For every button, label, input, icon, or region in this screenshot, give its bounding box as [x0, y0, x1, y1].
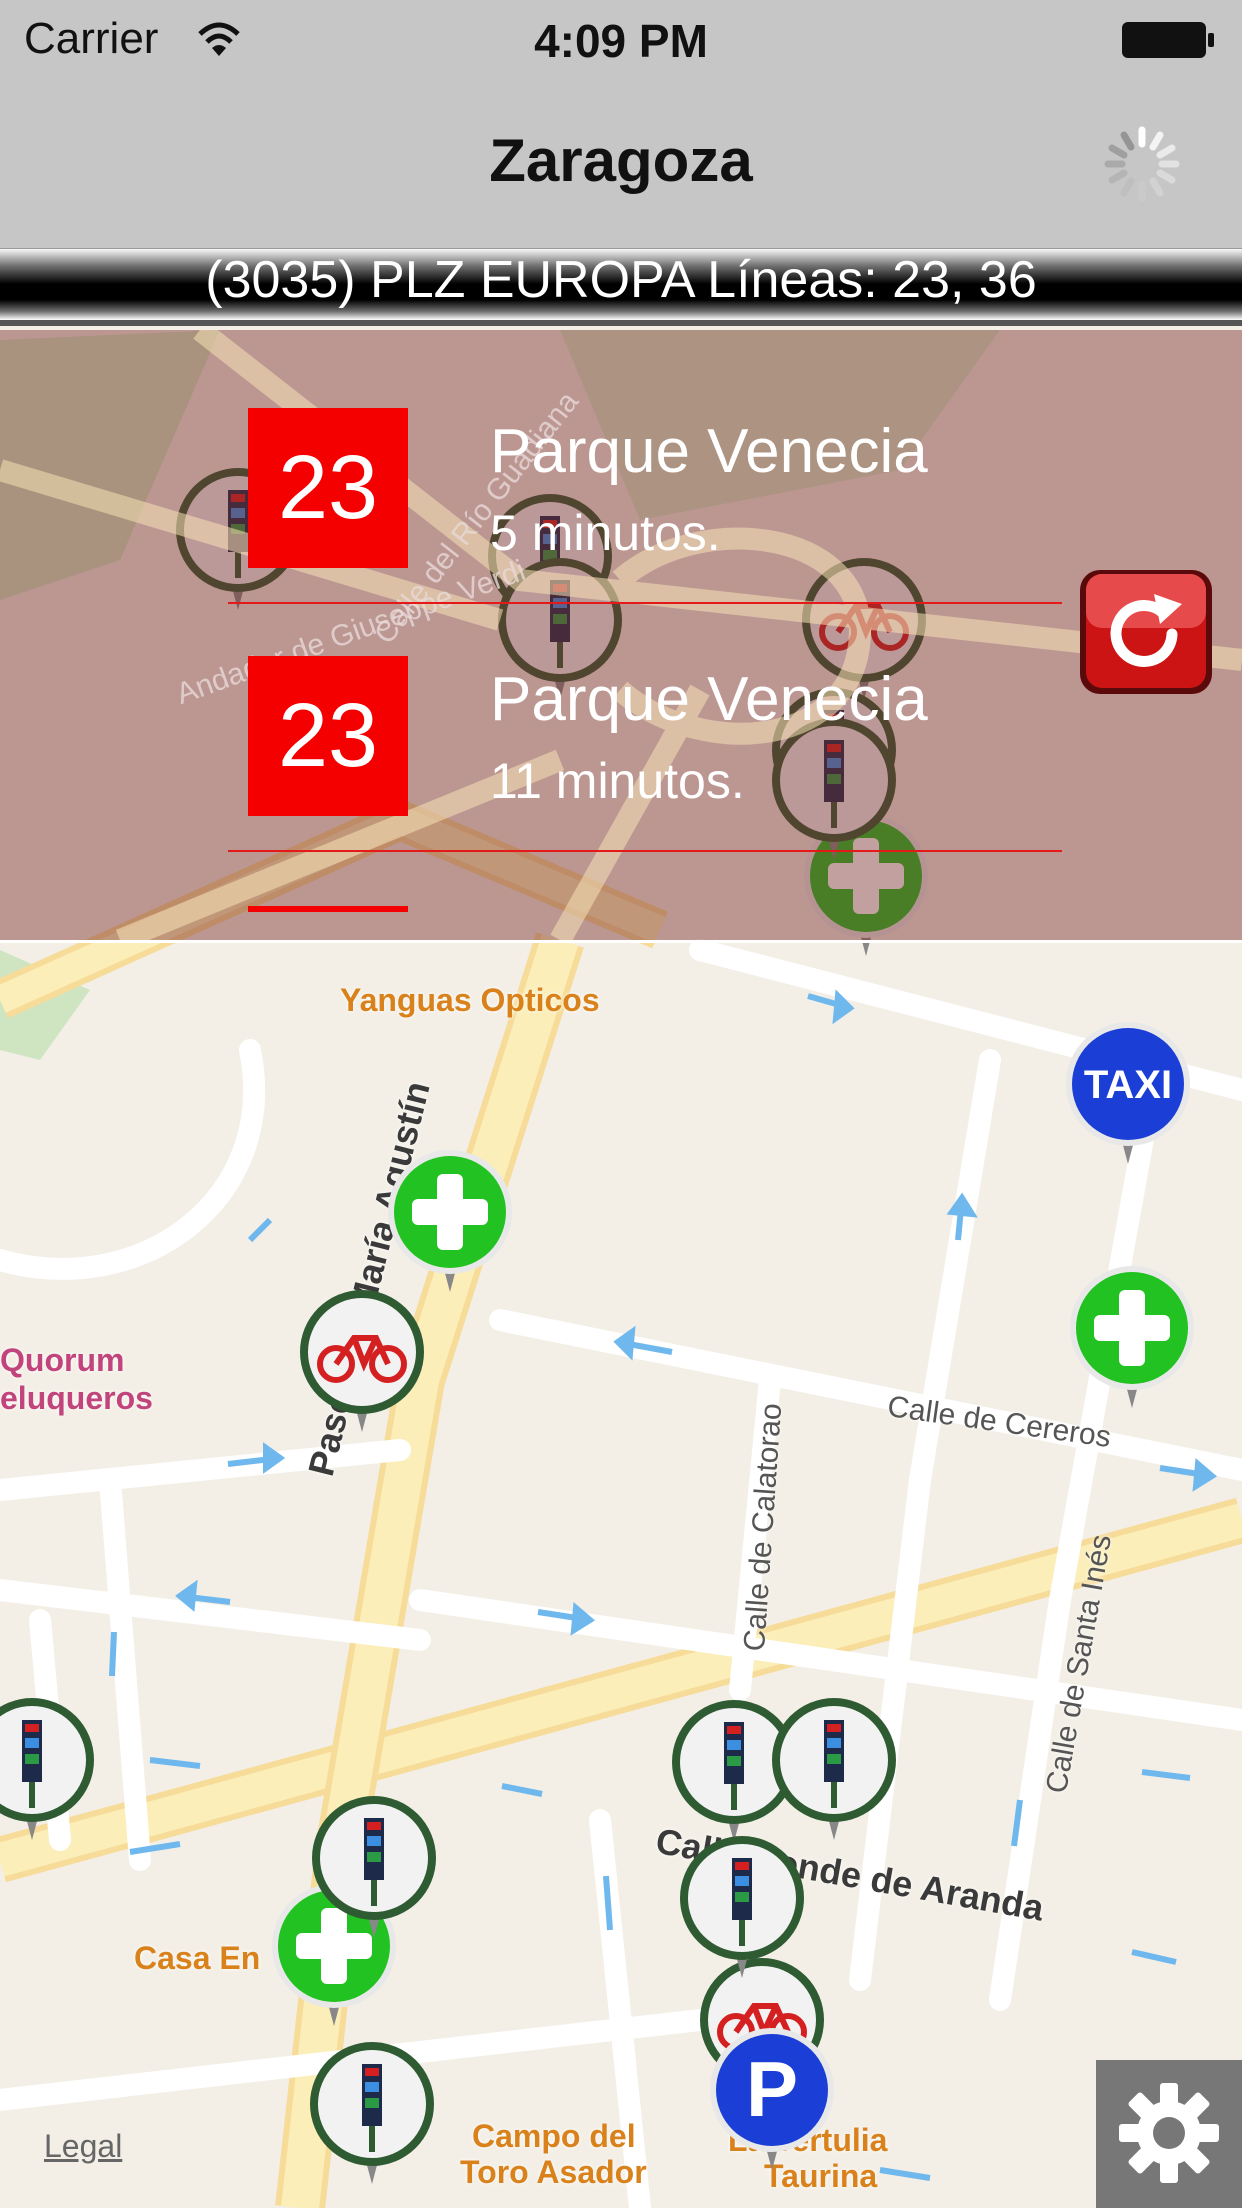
- bus-stop-pin[interactable]: [0, 1690, 102, 1850]
- arrivals-panel: Calle del Río Guadiana Andador de Giusep…: [0, 330, 1242, 943]
- settings-button[interactable]: [1096, 2060, 1242, 2208]
- legal-link[interactable]: Legal: [44, 2128, 122, 2165]
- battery-icon: [1122, 22, 1214, 58]
- taxi-icon: TAXI: [1084, 1063, 1172, 1107]
- bus-stop-pin[interactable]: [764, 1690, 904, 1850]
- page-title: Zaragoza: [489, 127, 753, 194]
- row-divider: [228, 602, 1062, 604]
- arrival-row[interactable]: 23 Parque Venecia 5 minutos.: [0, 408, 1242, 648]
- stop-title: (3035) PLZ EUROPA Líneas: 23, 36: [205, 251, 1037, 309]
- row-divider: [228, 850, 1062, 852]
- poi-label: Campo del: [472, 2118, 636, 2154]
- line-badge: 23: [248, 408, 408, 568]
- arrival-row[interactable]: 23 Parque Venecia 11 minutos.: [0, 656, 1242, 896]
- status-bar: Carrier 4:09 PM: [0, 0, 1242, 84]
- bus-stop-pin[interactable]: [302, 2034, 442, 2194]
- stop-header: (3035) PLZ EUROPA Líneas: 23, 36: [0, 248, 1242, 326]
- nav-bar: Zaragoza: [0, 84, 1242, 249]
- gear-icon: [1119, 2083, 1219, 2183]
- bike-station-pin[interactable]: [292, 1282, 432, 1442]
- parking-pin[interactable]: P: [702, 2020, 842, 2180]
- pharmacy-pin[interactable]: [380, 1142, 520, 1302]
- bus-stop-pin[interactable]: [304, 1788, 444, 1948]
- poi-label: Yanguas Opticos: [340, 982, 600, 1018]
- poi-label: eluqueros: [0, 1380, 153, 1416]
- bus-stop-pin[interactable]: [672, 1828, 812, 1988]
- parking-icon: P: [746, 2045, 798, 2133]
- poi-label: Casa En: [134, 1940, 261, 1976]
- arrival-minutes: 11 minutos.: [490, 753, 745, 809]
- arrival-minutes: 5 minutos.: [490, 505, 721, 561]
- taxi-pin[interactable]: TAXI: [1058, 1014, 1198, 1174]
- poi-label: Toro Asador: [460, 2154, 647, 2190]
- status-time: 4:09 PM: [534, 15, 708, 67]
- arrival-destination: Parque Venecia: [490, 417, 928, 486]
- poi-label: Quorum: [0, 1342, 125, 1378]
- arrival-destination: Parque Venecia: [490, 665, 928, 734]
- loading-spinner-icon: [1104, 126, 1180, 202]
- line-badge: 23: [248, 656, 408, 816]
- pharmacy-pin[interactable]: [1062, 1258, 1202, 1418]
- refresh-button[interactable]: [1078, 568, 1214, 696]
- line-badge-partial: [248, 906, 408, 912]
